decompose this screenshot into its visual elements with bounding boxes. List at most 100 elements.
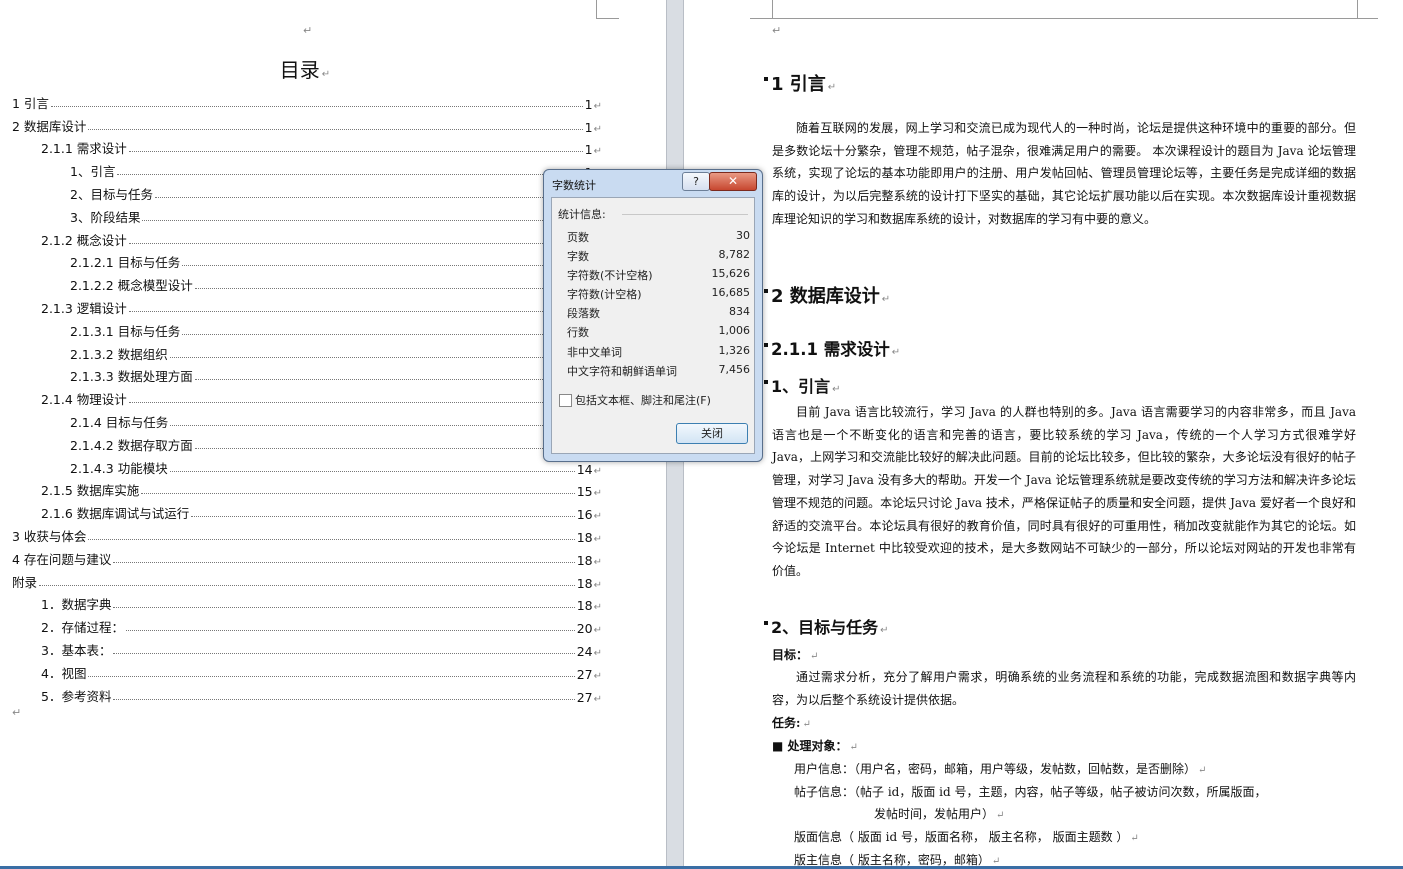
toc-page-number: 18 bbox=[576, 529, 593, 545]
stat-value: 16,685 bbox=[711, 286, 751, 300]
paragraph-mark: ↵ bbox=[593, 100, 602, 112]
toc-entry[interactable]: 2.1.6 数据库调试与试运行 16 ↵ bbox=[12, 499, 602, 522]
toc-entry-label: 2.1.6 数据库调试与试运行 bbox=[41, 506, 190, 522]
toc-entry-label: 1．数据字典 bbox=[41, 597, 112, 613]
toc-page-number: 27 bbox=[576, 666, 593, 682]
toc-entry[interactable]: 1、引言1↵ bbox=[12, 157, 602, 180]
close-icon[interactable]: ✕ bbox=[709, 172, 757, 191]
toc-entry[interactable]: 2.1.3.3 数据处理方面↵ bbox=[12, 363, 602, 385]
crop-mark bbox=[750, 0, 773, 19]
include-textboxes-checkbox[interactable] bbox=[559, 394, 572, 407]
stat-row: 字数 8,782 bbox=[567, 248, 750, 267]
toc-entry[interactable]: 5．参考资料 27 ↵ bbox=[12, 682, 602, 705]
heading-goals: 2、目标与任务 ↵ bbox=[764, 614, 1348, 638]
toc-entry-label: 2.1.4 物理设计 bbox=[41, 392, 127, 408]
toc-page-number: 1 bbox=[584, 142, 593, 158]
toc-entry[interactable]: 3 收获与体会 18 ↵ bbox=[12, 522, 602, 545]
heading-database-design: 2 数据库设计 ↵ bbox=[764, 282, 1348, 308]
toc-leader bbox=[117, 173, 583, 176]
toc-entry[interactable]: 2、目标与任务↵ bbox=[12, 180, 602, 203]
toc-page-number: 18 bbox=[576, 552, 593, 568]
toc-entry[interactable]: 2 数据库设计 1 ↵ bbox=[12, 112, 602, 135]
paragraph-java: 目前 Java 语言比较流行，学习 Java 的人群也特别的多。Java 语言需… bbox=[772, 405, 1356, 578]
stat-row: 行数 1,006 bbox=[567, 324, 750, 343]
stat-label: 非中文单词 bbox=[567, 345, 622, 359]
stat-label: 行数 bbox=[567, 326, 589, 340]
include-textboxes-label: 包括文本框、脚注和尾注(F) bbox=[575, 394, 711, 407]
toc-leader bbox=[128, 242, 591, 244]
toc-entry-label: 2、目标与任务 bbox=[70, 186, 153, 202]
stat-value: 1,326 bbox=[718, 343, 751, 357]
heading-requirements: 2.1.1 需求设计 ↵ bbox=[764, 336, 1348, 360]
goal-label: 目标： ↵ bbox=[772, 648, 819, 662]
toc-entry[interactable]: 1．数据字典 18 ↵ bbox=[12, 591, 602, 613]
toc-entry[interactable]: 2．存储过程： 20 ↵ bbox=[12, 613, 602, 636]
toc-leader bbox=[50, 105, 583, 107]
stat-value: 834 bbox=[729, 305, 750, 319]
toc-entry[interactable]: 2.1.4 物理设计↵ bbox=[12, 385, 602, 408]
toc-entry[interactable]: 2.1.2.1 目标与任务↵ bbox=[12, 249, 602, 271]
toc-entry-label: 2.1.3.2 数据组织 bbox=[70, 346, 168, 362]
toc-entry[interactable]: 2.1.4.3 功能模块 14 ↵ bbox=[12, 454, 602, 477]
toc-leader bbox=[128, 401, 591, 404]
toc-entry[interactable]: 2.1.2 概念设计↵ bbox=[12, 226, 602, 249]
toc-leader bbox=[113, 652, 575, 654]
stat-row: 页数 30 bbox=[567, 229, 750, 248]
paragraph-mark: ↵ bbox=[593, 146, 602, 158]
objects-label: ■ 处理对象： ↵ bbox=[772, 739, 858, 753]
group-separator bbox=[622, 214, 748, 215]
paragraph-mark: ↵ bbox=[593, 488, 602, 500]
toc-entry-label: 3 收获与体会 bbox=[12, 528, 87, 544]
stat-label: 页数 bbox=[567, 231, 589, 244]
paragraph-mark: ↵ bbox=[593, 556, 602, 568]
toc-entry[interactable]: 3、阶段结果↵ bbox=[12, 203, 602, 226]
toc-leader bbox=[142, 219, 591, 221]
toc-leader bbox=[39, 584, 575, 586]
toc-entry[interactable]: 4．视图 27 ↵ bbox=[12, 659, 602, 682]
paragraph-intro: 随着互联网的发展，网上学习和交流已成为现代人的一种时尚，论坛是提供这种环境中的重… bbox=[772, 121, 1356, 226]
toc-entry[interactable]: 2.1.1 需求设计 1 ↵ bbox=[12, 135, 602, 158]
toc-leader bbox=[128, 310, 591, 312]
close-button[interactable]: 关闭 bbox=[676, 423, 748, 444]
toc-leader bbox=[182, 264, 591, 267]
stat-value: 8,782 bbox=[718, 248, 751, 262]
toc-entry[interactable]: 2.1.4 目标与任务↵ bbox=[12, 408, 602, 431]
toc-entry-label: 1、引言 bbox=[70, 164, 116, 180]
toc-list: 1 引言1↵2 数据库设计1↵2.1.1 需求设计1↵1、引言1↵2、目标与任务… bbox=[12, 89, 602, 705]
toc-entry-label: 4．视图 bbox=[41, 665, 87, 681]
toc-entry-label: 3．基本表： bbox=[41, 642, 112, 658]
toc-entry[interactable]: 附录 18 ↵ bbox=[12, 568, 602, 591]
toc-entry[interactable]: 2.1.3.2 数据组织↵ bbox=[12, 340, 602, 363]
toc-entry[interactable]: 4 存在问题与建议 18 ↵ bbox=[12, 545, 602, 568]
stat-row: 字符数(计空格) 16,685 bbox=[567, 286, 750, 305]
toc-page-number: 20 bbox=[576, 621, 593, 637]
toc-entry-label: 2.1.3 逻辑设计 bbox=[41, 300, 127, 316]
paragraph-mark: ↵ bbox=[303, 24, 313, 37]
toc-leader bbox=[169, 356, 591, 358]
toc-entry-label: 2.1.1 需求设计 bbox=[41, 141, 127, 157]
toc-entry[interactable]: 2.1.3.1 目标与任务↵ bbox=[12, 317, 602, 340]
toc-entry[interactable]: 3．基本表： 24 ↵ bbox=[12, 636, 602, 659]
toc-page-number: 16 bbox=[576, 507, 593, 523]
stat-label: 段落数 bbox=[567, 307, 600, 321]
crop-mark bbox=[772, 0, 1358, 19]
toc-entry[interactable]: 2.1.4.2 数据存取方面↵ bbox=[12, 431, 602, 454]
toc-entry[interactable]: 2.1.3 逻辑设计↵ bbox=[12, 294, 602, 317]
toc-entry-label: 2.1.2.2 概念模型设计 bbox=[70, 278, 193, 294]
toc-entry[interactable]: 2.1.5 数据库实施 15 ↵ bbox=[12, 477, 602, 500]
toc-entry-label: 3、阶段结果 bbox=[70, 209, 141, 225]
stat-value: 15,626 bbox=[711, 267, 751, 281]
toc-entry[interactable]: 1 引言 1 ↵ bbox=[12, 89, 602, 112]
toc-entry-label: 5．参考资料 bbox=[41, 688, 112, 704]
toc-leader bbox=[194, 378, 591, 381]
stat-row: 段落数 834 bbox=[567, 305, 750, 324]
help-button[interactable]: ? bbox=[682, 172, 710, 191]
toc-leader bbox=[125, 629, 575, 632]
document-page: ↵ 1 引言 ↵ 随着互联网的发展，网上学习和交流已成为现代人的一种时尚，论坛是提… bbox=[684, 0, 1403, 869]
toc-leader bbox=[169, 470, 575, 472]
paragraph-mark: ↵ bbox=[593, 465, 602, 477]
word-count-dialog: 字数统计 ? ✕ 统计信息: 页数 30 字数 8,782 字符数(不计空格) 15,62… bbox=[543, 169, 763, 462]
object-item: 版面信息（ 版面 id 号，版面名称， 版主名称， 版面主题数 ） ↵ bbox=[794, 830, 1139, 844]
toc-entry[interactable]: 2.1.2.2 概念模型设计↵ bbox=[12, 271, 602, 294]
toc-entry-label: 2.1.5 数据库实施 bbox=[41, 483, 140, 499]
